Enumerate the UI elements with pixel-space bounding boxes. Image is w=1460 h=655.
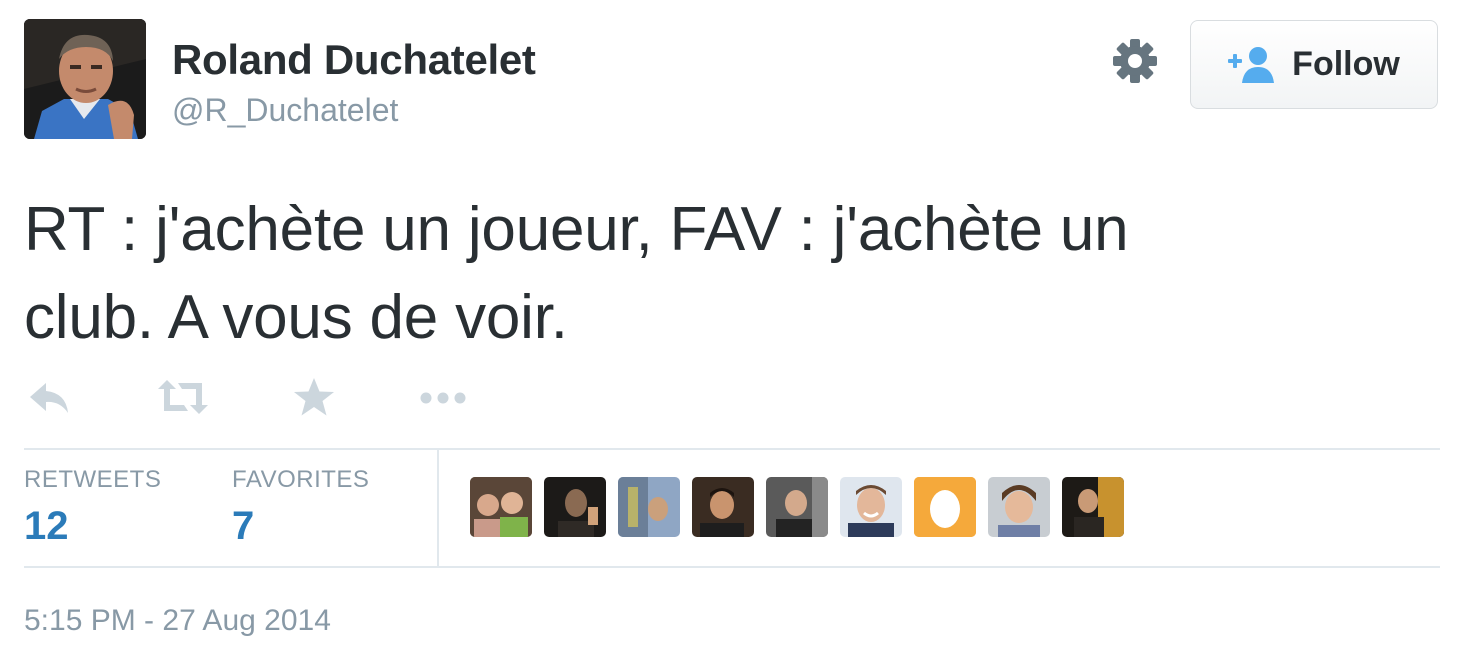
stats-vertical-divider [437,450,439,566]
reply-icon [30,383,68,413]
add-user-icon [1228,46,1275,83]
favoriter-avatar[interactable] [840,477,902,537]
favorite-star-icon [294,378,334,416]
favoriter-avatar[interactable] [544,477,606,537]
author-avatar[interactable] [24,19,146,139]
favoriter-avatar[interactable] [470,477,532,537]
egg-icon [914,477,976,537]
retweet-button[interactable] [156,370,210,424]
more-button[interactable] [418,370,470,424]
retweets-count: 12 [24,504,69,548]
favoriter-avatar[interactable] [988,477,1050,537]
profile-photo-icon [24,19,146,139]
retweets-label: RETWEETS [24,466,162,493]
tweet-text-line1: RT : j'achète un joueur, FAV : j'achète … [24,195,1129,264]
stats-bottom-divider [24,566,1440,568]
favoriter-avatar[interactable] [766,477,828,537]
favorites-stat[interactable]: FAVORITES 7 [232,466,369,549]
tweet-timestamp[interactable]: 5:15 PM - 27 Aug 2014 [24,604,331,638]
follow-label: Follow [1292,45,1400,83]
follow-button[interactable]: Follow [1190,20,1438,109]
reply-button[interactable] [26,370,72,424]
stats-top-divider [24,448,1440,450]
tweet-text: RT : j'achète un joueur, FAV : j'achète … [24,186,1404,362]
favoriter-default-avatar[interactable] [914,477,976,537]
author-handle[interactable]: @R_Duchatelet [172,92,398,129]
favorites-count: 7 [232,504,255,548]
favorites-label: FAVORITES [232,466,370,493]
favoriter-avatar[interactable] [1062,477,1124,537]
retweet-icon [158,380,208,414]
favorite-button[interactable] [292,370,336,424]
favoriter-avatar[interactable] [618,477,680,537]
more-icon [420,392,466,404]
author-name[interactable]: Roland Duchatelet [172,36,536,84]
favoriter-avatar[interactable] [692,477,754,537]
tweet-text-line2: club. A vous de voir. [24,283,568,352]
retweets-stat[interactable]: RETWEETS 12 [24,466,161,549]
gear-icon[interactable] [1110,36,1160,86]
